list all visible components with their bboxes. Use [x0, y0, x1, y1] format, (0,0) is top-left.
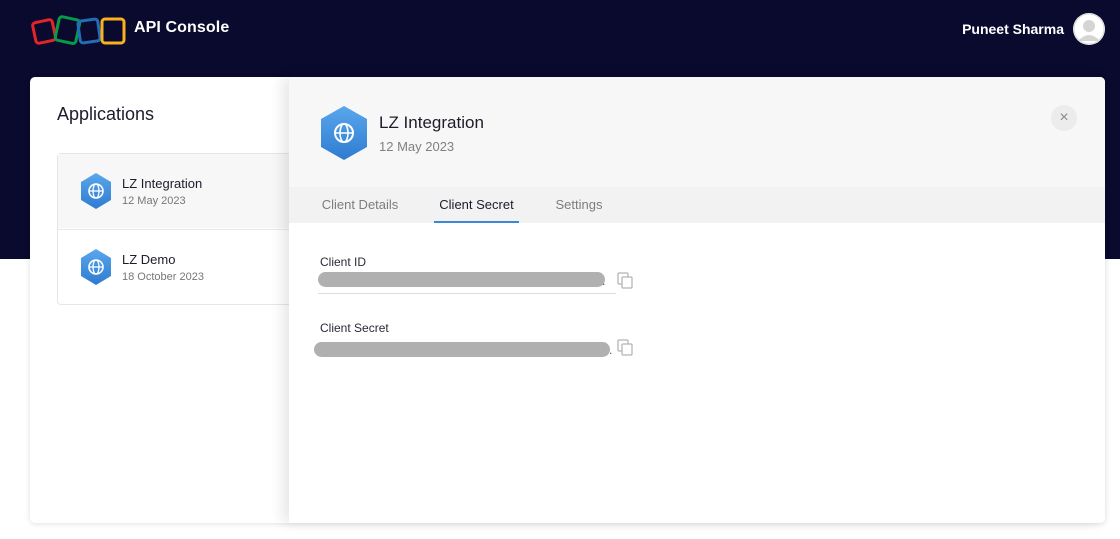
panel-title: LZ Integration	[379, 113, 484, 132]
copy-icon[interactable]	[617, 272, 633, 289]
tab-client-details[interactable]: Client Details	[320, 187, 400, 223]
application-item-lz-integration[interactable]: LZ Integration 12 May 2023	[58, 154, 308, 228]
app-title: API Console	[134, 19, 230, 36]
client-id-underline	[318, 293, 616, 294]
panel-tabs: Client Details Client Secret Settings	[289, 187, 1105, 223]
application-date: 12 May 2023	[122, 195, 186, 207]
zoho-logo[interactable]	[30, 12, 128, 48]
copy-icon[interactable]	[617, 339, 633, 356]
tab-settings[interactable]: Settings	[553, 187, 605, 223]
application-name: LZ Integration	[122, 176, 203, 191]
panel-date: 12 May 2023	[379, 139, 455, 154]
globe-icon	[81, 173, 111, 209]
client-id-dot: .	[602, 274, 606, 288]
application-item-lz-demo[interactable]: LZ Demo 18 October 2023	[58, 229, 308, 304]
close-icon[interactable]: ×	[1051, 105, 1077, 131]
client-secret-value[interactable]	[314, 342, 610, 357]
client-id-value[interactable]	[318, 272, 605, 287]
applications-heading: Applications	[57, 104, 155, 124]
user-avatar-icon[interactable]	[1073, 13, 1105, 45]
user-name[interactable]: Puneet Sharma	[962, 21, 1064, 37]
top-header: API Console Puneet Sharma	[0, 0, 1120, 60]
client-secret-dot: .	[609, 343, 613, 357]
globe-icon	[321, 106, 367, 160]
client-secret-label: Client Secret	[320, 321, 389, 335]
application-detail-panel: LZ Integration 12 May 2023 × Client Deta…	[289, 77, 1105, 523]
client-id-label: Client ID	[320, 255, 367, 269]
globe-icon	[81, 249, 111, 285]
tab-client-secret[interactable]: Client Secret	[434, 187, 519, 223]
application-date: 18 October 2023	[122, 271, 204, 283]
application-name: LZ Demo	[122, 252, 176, 267]
application-list: LZ Integration 12 May 2023 LZ Demo 18 Oc…	[57, 153, 309, 305]
panel-header: LZ Integration 12 May 2023 ×	[289, 77, 1105, 187]
